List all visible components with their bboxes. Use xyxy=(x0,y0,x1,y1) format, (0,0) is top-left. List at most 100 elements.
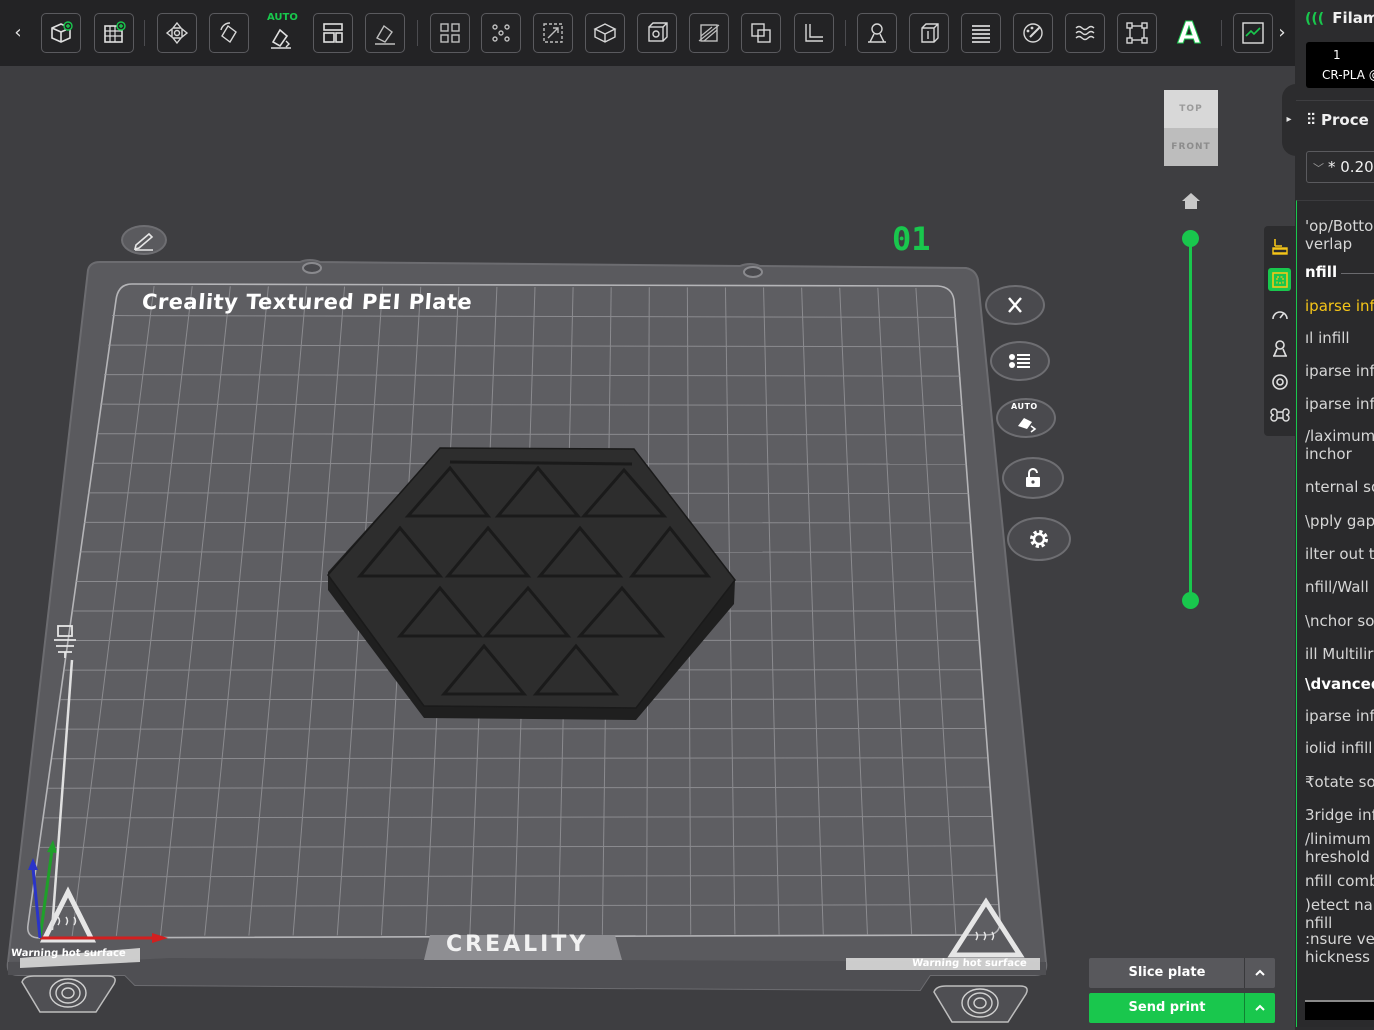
settings-list[interactable]: 'op/Botto verlap nfill iparse infi ıl infill… xyxy=(1296,200,1374,1027)
scale-button[interactable] xyxy=(533,13,573,53)
toolbar-scroll-left-button[interactable]: ‹ xyxy=(6,0,30,66)
setting-item[interactable]: \nchor sol xyxy=(1305,612,1374,630)
support-paint-button[interactable] xyxy=(857,13,897,53)
setting-item[interactable]: 'op/Botto xyxy=(1305,217,1373,235)
arrange-button[interactable] xyxy=(313,13,353,53)
setting-item[interactable]: hickness xyxy=(1305,948,1370,966)
seam-paint-button[interactable] xyxy=(909,13,949,53)
setting-item[interactable]: iparse infi xyxy=(1305,297,1374,315)
toolbar-scroll-right-button[interactable]: › xyxy=(1270,0,1294,66)
setting-item[interactable]: /linimum s xyxy=(1305,830,1374,848)
setting-item[interactable]: hreshold xyxy=(1305,848,1370,866)
3d-viewport[interactable]: Creality Textured PEI Plate 01 CREALITY … xyxy=(0,66,1295,1030)
auto-orient-button[interactable]: AUTO xyxy=(261,12,301,53)
setting-item[interactable]: \pply gap xyxy=(1305,512,1374,530)
setting-item[interactable]: )etect nar xyxy=(1305,896,1374,914)
view-cube[interactable]: TOP FRONT xyxy=(1164,90,1218,166)
toolbar-separator xyxy=(1221,20,1222,46)
plate-settings-list-button[interactable] xyxy=(990,341,1050,381)
advanced-category-button[interactable] xyxy=(1268,403,1291,426)
setting-item[interactable]: ıl infill xyxy=(1305,329,1350,347)
layout-dots-button[interactable] xyxy=(481,13,521,53)
process-preset-dropdown[interactable]: ﹀ * 0.20r xyxy=(1306,151,1374,183)
plate-settings-button[interactable] xyxy=(1007,517,1071,561)
speed-category-button[interactable] xyxy=(1268,303,1291,326)
add-object-button[interactable] xyxy=(41,13,81,53)
measure-icon xyxy=(805,24,823,42)
collapse-panel-button[interactable]: ▸ xyxy=(1282,84,1296,156)
delete-plate-button[interactable] xyxy=(985,285,1045,325)
send-print-button[interactable]: Send print xyxy=(1089,993,1275,1023)
setting-item[interactable]: ill Multilir xyxy=(1305,645,1373,663)
toolbar-separator xyxy=(417,20,418,46)
infill-section-header: nfill xyxy=(1305,263,1338,281)
layer-range-slider[interactable] xyxy=(1181,228,1201,610)
measure-button[interactable] xyxy=(794,13,834,53)
hot-surface-warning-left: Warning hot surface xyxy=(10,948,127,959)
top-toolbar: ‹ AUTO A › xyxy=(0,0,1295,66)
add-plate-button[interactable] xyxy=(94,13,134,53)
others-category-button[interactable] xyxy=(1268,370,1291,393)
move-button[interactable] xyxy=(157,13,197,53)
setting-item[interactable]: nternal so xyxy=(1305,478,1374,496)
lay-on-face-button[interactable] xyxy=(365,13,405,53)
support-category-button[interactable] xyxy=(1268,336,1291,359)
setting-item[interactable]: verlap xyxy=(1305,235,1352,253)
lock-plate-button[interactable] xyxy=(1002,457,1064,499)
process-section-header[interactable]: ⫶⫶ Proce xyxy=(1307,110,1374,130)
hollow-button[interactable] xyxy=(637,13,677,53)
strength-category-button[interactable] xyxy=(1268,234,1291,257)
section-rule xyxy=(1341,273,1374,274)
setting-item[interactable]: iparse infi xyxy=(1305,395,1374,413)
setting-item[interactable]: ₹otate sol xyxy=(1305,773,1374,791)
filament-slot-1[interactable]: 1 CR-PLA @ xyxy=(1306,42,1374,88)
setting-item[interactable]: 3ridge infi xyxy=(1305,806,1374,824)
chevron-left-icon: ‹ xyxy=(14,22,22,43)
boolean-icon xyxy=(751,23,771,43)
rotate-button[interactable] xyxy=(209,13,249,53)
auto-arrange-plate-button[interactable]: AUTO xyxy=(996,398,1056,438)
filament-section-header[interactable]: (((Filam xyxy=(1305,9,1374,27)
connector-button[interactable] xyxy=(1233,13,1273,53)
cube-button[interactable] xyxy=(585,13,625,53)
edit-plate-name-button[interactable] xyxy=(121,225,167,255)
setting-item[interactable]: inchor xyxy=(1305,445,1352,463)
upper-layer-handle[interactable] xyxy=(1182,230,1199,247)
command-icon xyxy=(1269,407,1290,422)
setting-item[interactable]: iolid infill xyxy=(1305,739,1372,757)
assembly-button[interactable] xyxy=(1117,13,1157,53)
setting-item[interactable]: ilter out t xyxy=(1305,545,1374,563)
slider-track xyxy=(1189,238,1192,600)
setting-item[interactable]: /laximum xyxy=(1305,427,1374,445)
layers-button[interactable] xyxy=(961,13,1001,53)
setting-item[interactable]: :nsure ver xyxy=(1305,930,1374,948)
text-tool-button[interactable]: A xyxy=(1169,13,1209,53)
lower-layer-handle[interactable] xyxy=(1182,592,1199,609)
rotate-icon xyxy=(220,22,237,44)
filament-name: CR-PLA @ xyxy=(1322,68,1374,82)
send-options-dropdown[interactable] xyxy=(1244,993,1275,1023)
slice-options-dropdown[interactable] xyxy=(1244,958,1275,988)
setting-item[interactable]: nfill/Wall xyxy=(1305,578,1369,596)
view-cube-front[interactable]: FRONT xyxy=(1164,128,1218,166)
cut-button[interactable] xyxy=(689,13,729,53)
setting-item[interactable]: nfill comb xyxy=(1305,872,1374,890)
slice-plate-label: Slice plate xyxy=(1128,965,1206,980)
infill-category-button[interactable] xyxy=(1268,268,1291,291)
chevron-down-icon: ﹀ xyxy=(1313,162,1324,175)
boolean-button[interactable] xyxy=(741,13,781,53)
fuzzy-skin-button[interactable] xyxy=(1065,13,1105,53)
list-icon xyxy=(1009,354,1030,368)
view-cube-top[interactable]: TOP xyxy=(1164,90,1218,128)
home-view-button[interactable] xyxy=(1180,190,1202,212)
slice-plate-button[interactable]: Slice plate xyxy=(1089,958,1275,988)
plate-number[interactable]: 01 xyxy=(892,220,931,258)
auto-orient-icon xyxy=(271,28,291,49)
setting-item[interactable]: iparse infi xyxy=(1305,362,1374,380)
layout-grid-button[interactable] xyxy=(430,13,470,53)
setting-item[interactable]: iparse infi xyxy=(1305,707,1374,725)
color-paint-button[interactable] xyxy=(1013,13,1053,53)
divider xyxy=(1295,100,1374,101)
filament-spool-icon: ((( xyxy=(1305,11,1325,27)
chevron-up-icon xyxy=(1255,1004,1265,1011)
